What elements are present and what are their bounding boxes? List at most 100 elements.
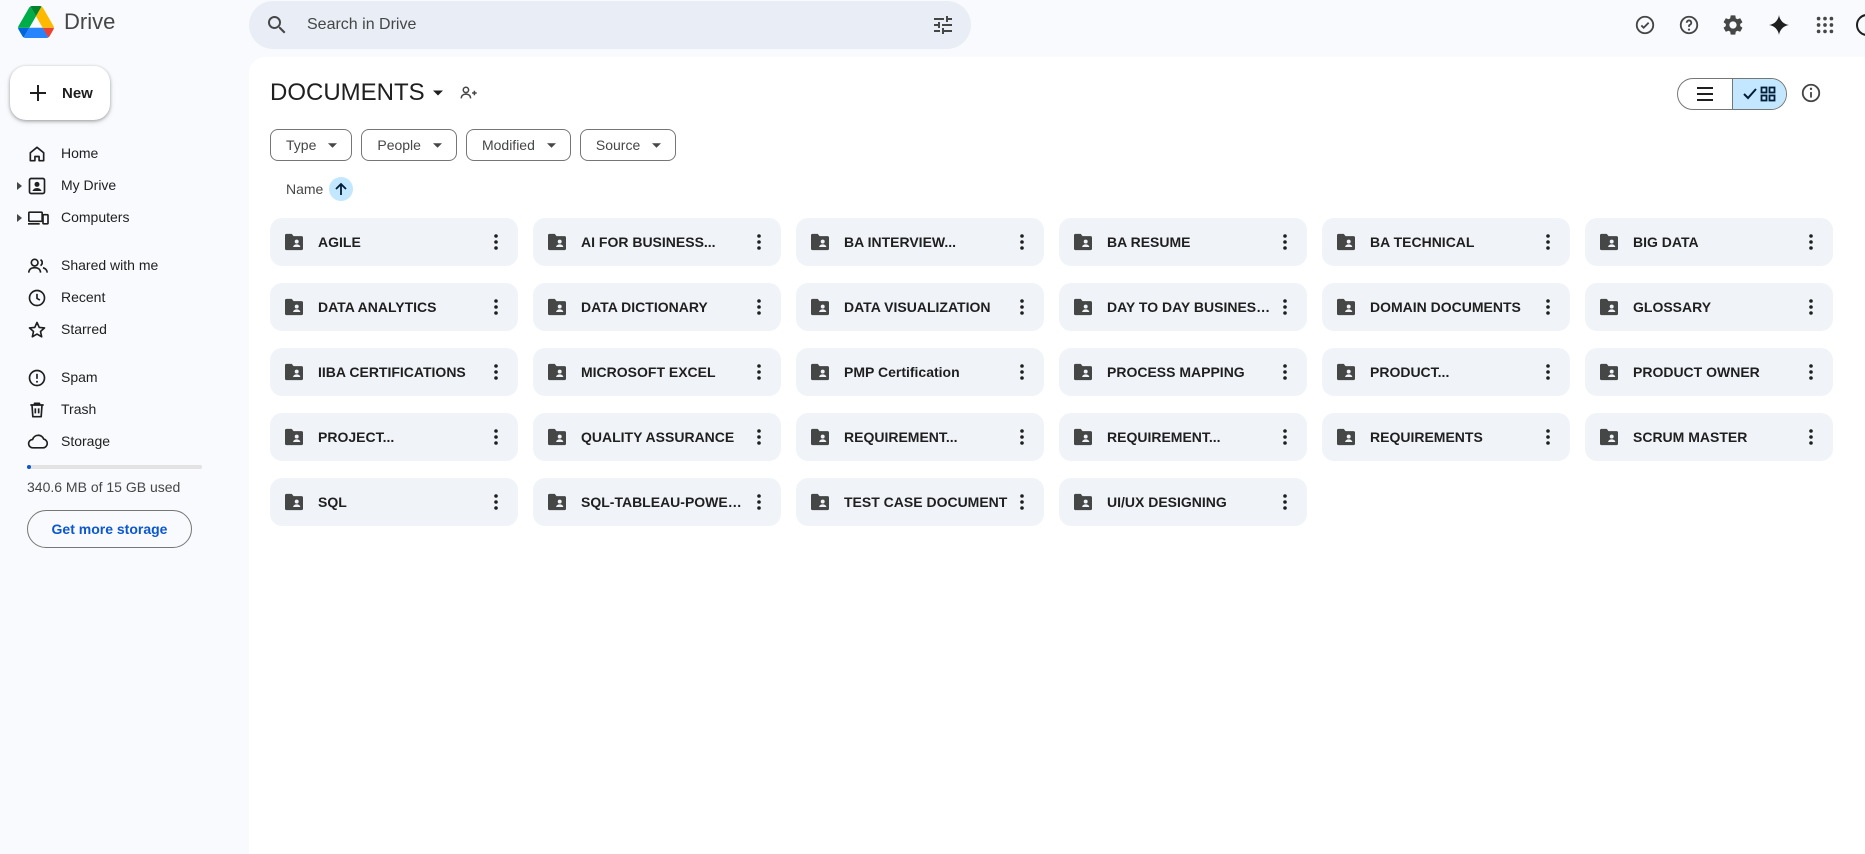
sidebar-item-computers[interactable]: Computers — [0, 201, 240, 233]
new-button[interactable]: New — [10, 66, 110, 120]
folder-name: GLOSSARY — [1633, 299, 1712, 315]
info-icon[interactable] — [1800, 82, 1822, 104]
more-actions-icon[interactable] — [1273, 295, 1297, 319]
folder-tile[interactable]: AGILE — [270, 218, 518, 266]
more-actions-icon[interactable] — [484, 490, 508, 514]
more-actions-icon[interactable] — [1273, 490, 1297, 514]
folder-tile[interactable]: REQUIREMENT... — [796, 413, 1044, 461]
more-actions-icon[interactable] — [484, 295, 508, 319]
more-actions-icon[interactable] — [1010, 425, 1034, 449]
folder-tile[interactable]: DATA DICTIONARY — [533, 283, 781, 331]
grid-view-icon — [1760, 86, 1776, 102]
sidebar-item-storage[interactable]: Storage — [0, 425, 240, 457]
sidebar-item-trash[interactable]: Trash — [0, 393, 240, 425]
folder-tile[interactable]: BIG DATA — [1585, 218, 1833, 266]
more-actions-icon[interactable] — [1799, 360, 1823, 384]
search-bar[interactable] — [249, 1, 971, 49]
shared-folder-icon — [1072, 298, 1094, 316]
more-actions-icon[interactable] — [1273, 230, 1297, 254]
folder-tile[interactable]: DATA VISUALIZATION — [796, 283, 1044, 331]
sidebar-item-shared-with-me[interactable]: Shared with me — [0, 249, 240, 281]
folder-tile[interactable]: PRODUCT OWNER — [1585, 348, 1833, 396]
more-actions-icon[interactable] — [747, 230, 771, 254]
folder-tile[interactable]: BA INTERVIEW... — [796, 218, 1044, 266]
more-actions-icon[interactable] — [1273, 360, 1297, 384]
folder-tile[interactable]: PMP Certification — [796, 348, 1044, 396]
more-actions-icon[interactable] — [484, 360, 508, 384]
search-input[interactable] — [307, 16, 907, 34]
folder-tile[interactable]: AI FOR BUSINESS... — [533, 218, 781, 266]
more-actions-icon[interactable] — [1536, 425, 1560, 449]
more-actions-icon[interactable] — [1536, 360, 1560, 384]
filter-source[interactable]: Source — [579, 129, 677, 161]
more-actions-icon[interactable] — [747, 490, 771, 514]
more-actions-icon[interactable] — [1010, 230, 1034, 254]
sidebar-item-spam[interactable]: Spam — [0, 361, 240, 393]
folder-tile[interactable]: PROCESS MAPPING — [1059, 348, 1307, 396]
sidebar-item-recent[interactable]: Recent — [0, 281, 240, 313]
folder-tile[interactable]: SQL-TABLEAU-POWER... — [533, 478, 781, 526]
more-actions-icon[interactable] — [1799, 230, 1823, 254]
folder-tile[interactable]: DATA ANALYTICS — [270, 283, 518, 331]
more-actions-icon[interactable] — [1799, 425, 1823, 449]
account-avatar[interactable] — [1855, 13, 1865, 37]
ready-for-offline-icon[interactable] — [1633, 13, 1657, 37]
get-more-storage-button[interactable]: Get more storage — [27, 510, 192, 548]
sort-by-name[interactable]: Name — [286, 177, 354, 201]
sidebar-item-label: My Drive — [61, 177, 117, 193]
sidebar-item-my-drive[interactable]: My Drive — [0, 169, 240, 201]
folder-tile[interactable]: DAY TO DAY BUSINESS... — [1059, 283, 1307, 331]
folder-tile[interactable]: BA RESUME — [1059, 218, 1307, 266]
more-actions-icon[interactable] — [1536, 295, 1560, 319]
sort-direction-button[interactable] — [329, 177, 354, 201]
filter-modified[interactable]: Modified — [465, 129, 571, 161]
search-options-icon[interactable] — [931, 13, 955, 37]
folder-tile[interactable]: GLOSSARY — [1585, 283, 1833, 331]
folder-tile[interactable]: UI/UX DESIGNING — [1059, 478, 1307, 526]
gemini-sparkle-icon[interactable] — [1767, 13, 1791, 37]
list-view-button[interactable] — [1678, 79, 1732, 109]
sidebar-item-starred[interactable]: Starred — [0, 313, 240, 345]
more-actions-icon[interactable] — [1273, 425, 1297, 449]
folder-tile[interactable]: REQUIREMENTS — [1322, 413, 1570, 461]
share-folder-icon[interactable] — [459, 83, 479, 103]
folder-title-menu[interactable]: DOCUMENTS — [270, 79, 479, 107]
more-actions-icon[interactable] — [747, 295, 771, 319]
folder-tile[interactable]: DOMAIN DOCUMENTS — [1322, 283, 1570, 331]
shared-folder-icon — [1335, 298, 1357, 316]
folder-tile[interactable]: REQUIREMENT... — [1059, 413, 1307, 461]
expand-arrow-icon[interactable] — [17, 214, 22, 222]
folder-tile[interactable]: BA TECHNICAL — [1322, 218, 1570, 266]
more-actions-icon[interactable] — [1010, 295, 1034, 319]
folder-tile[interactable]: TEST CASE DOCUMENT — [796, 478, 1044, 526]
sidebar-item-home[interactable]: Home — [0, 137, 240, 169]
folder-tile[interactable]: PRODUCT... — [1322, 348, 1570, 396]
more-actions-icon[interactable] — [747, 425, 771, 449]
storage-usage-fill — [27, 465, 32, 469]
more-actions-icon[interactable] — [1536, 230, 1560, 254]
more-actions-icon[interactable] — [1799, 295, 1823, 319]
folder-tile[interactable]: MICROSOFT EXCEL — [533, 348, 781, 396]
apps-grid-icon[interactable] — [1813, 13, 1837, 37]
help-icon[interactable] — [1677, 13, 1701, 37]
filter-type[interactable]: Type — [270, 129, 353, 161]
folder-tile[interactable]: IIBA CERTIFICATIONS — [270, 348, 518, 396]
folder-tile[interactable]: SCRUM MASTER — [1585, 413, 1833, 461]
shared-folder-icon — [1335, 233, 1357, 251]
folder-tile[interactable]: PROJECT... — [270, 413, 518, 461]
home-icon — [29, 146, 45, 162]
settings-icon[interactable] — [1721, 13, 1745, 37]
more-actions-icon[interactable] — [484, 425, 508, 449]
more-actions-icon[interactable] — [1010, 490, 1034, 514]
more-actions-icon[interactable] — [484, 230, 508, 254]
folder-name: PRODUCT OWNER — [1633, 364, 1760, 380]
grid-view-button[interactable] — [1731, 79, 1786, 109]
filter-people[interactable]: People — [361, 129, 457, 161]
more-actions-icon[interactable] — [1010, 360, 1034, 384]
expand-arrow-icon[interactable] — [17, 182, 22, 190]
folder-tile[interactable]: SQL — [270, 478, 518, 526]
folder-tile[interactable]: QUALITY ASSURANCE — [533, 413, 781, 461]
drive-logo[interactable]: Drive — [18, 6, 115, 38]
more-actions-icon[interactable] — [747, 360, 771, 384]
search-icon[interactable] — [265, 13, 289, 37]
